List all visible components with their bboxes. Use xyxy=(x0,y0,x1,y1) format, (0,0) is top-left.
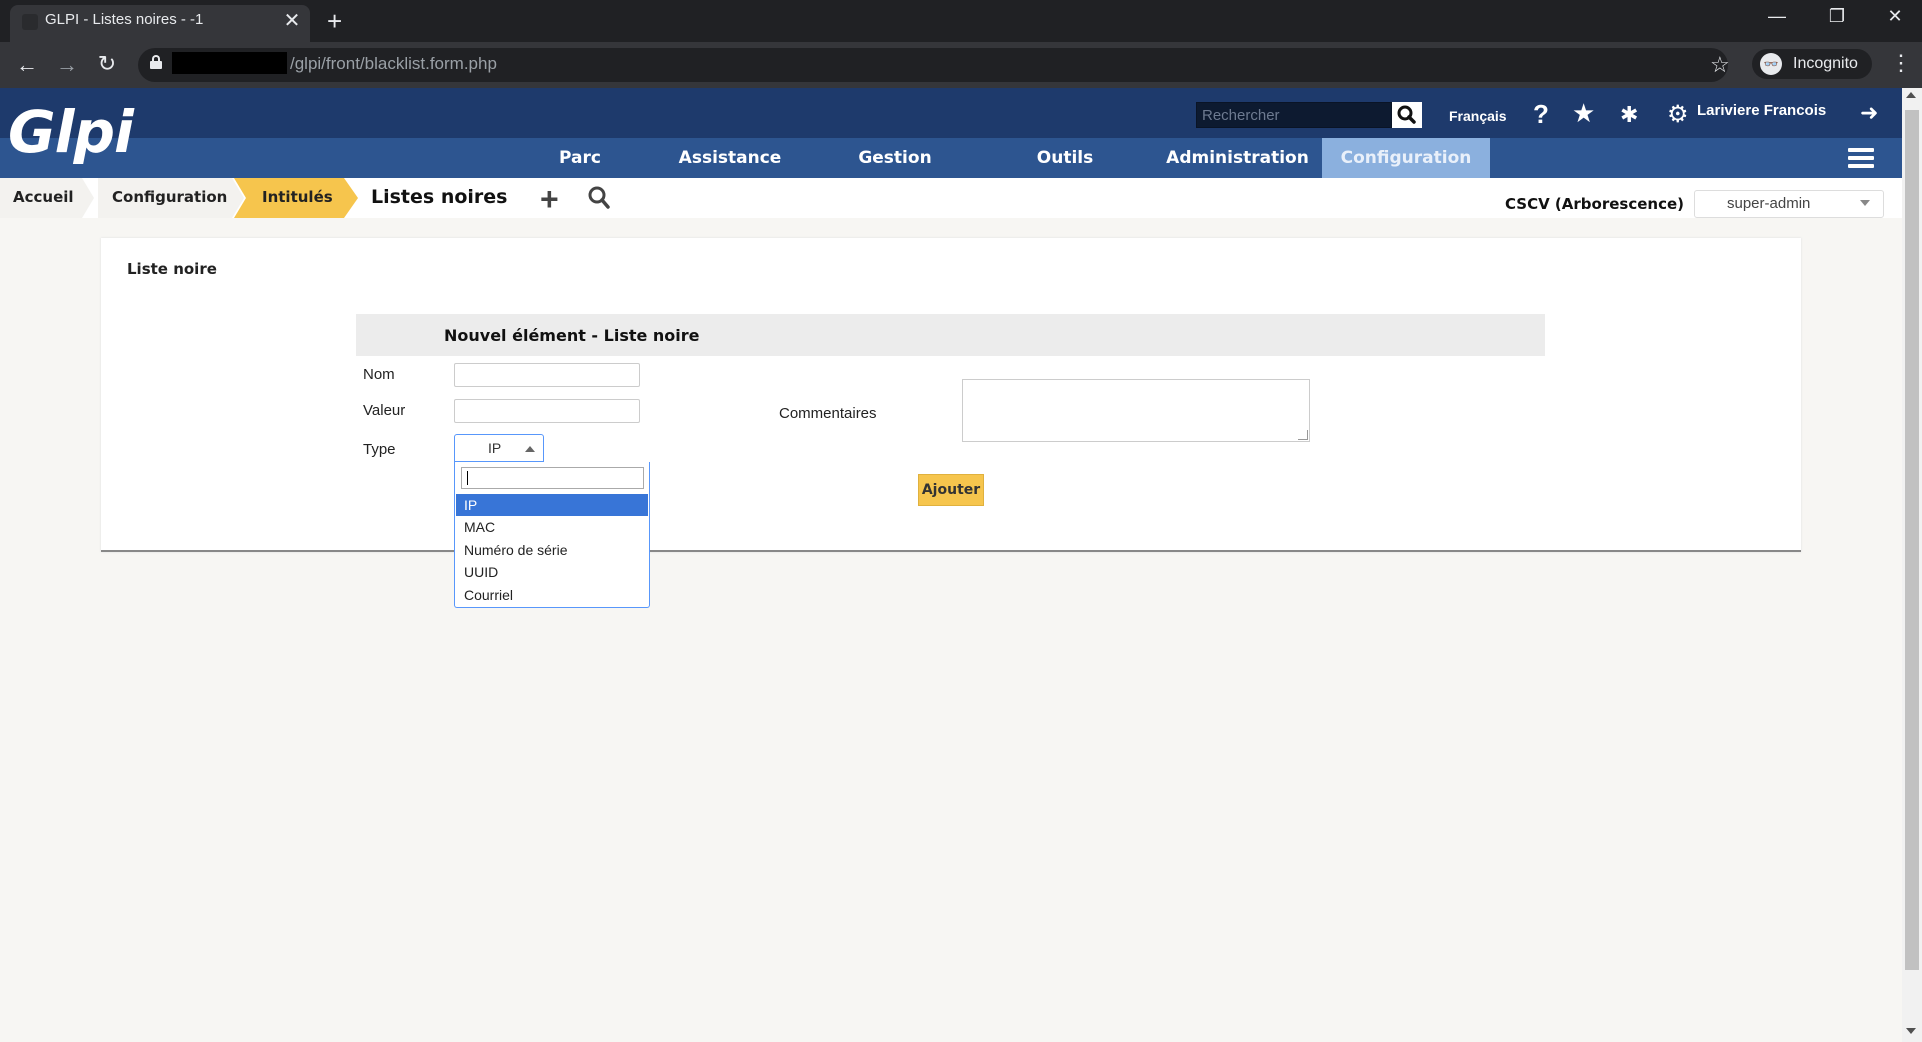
search-icon[interactable] xyxy=(588,186,610,210)
profile-select[interactable]: super-admin xyxy=(1694,190,1884,218)
type-label: Type xyxy=(363,441,396,458)
global-search-input[interactable]: Rechercher xyxy=(1196,102,1392,128)
maximize-icon[interactable]: ❐ xyxy=(1817,6,1857,27)
incognito-label: Incognito xyxy=(1793,55,1858,72)
tab-title: GLPI - Listes noires - -1 xyxy=(45,11,204,28)
menu-administration[interactable]: Administration xyxy=(1150,138,1325,178)
add-icon[interactable]: + xyxy=(540,181,559,218)
favorites-star-icon[interactable]: ★ xyxy=(1572,98,1595,129)
close-window-icon[interactable]: ✕ xyxy=(1875,6,1915,27)
incognito-icon: 👓 xyxy=(1760,53,1782,75)
dropdown-option-ip[interactable]: IP xyxy=(456,494,648,516)
minimize-icon[interactable]: — xyxy=(1757,6,1797,27)
chevron-up-icon xyxy=(525,446,535,452)
dropdown-option-email[interactable]: Courriel xyxy=(456,584,648,606)
breadcrumb-separator xyxy=(344,178,358,218)
menu-outils[interactable]: Outils xyxy=(1000,138,1130,178)
breadcrumb-separator xyxy=(82,178,94,218)
resize-handle-icon[interactable] xyxy=(1298,430,1308,440)
lock-icon xyxy=(150,55,162,69)
global-search-button[interactable] xyxy=(1392,102,1422,128)
scroll-down-icon[interactable] xyxy=(1906,1028,1916,1034)
menu-gestion[interactable]: Gestion xyxy=(830,138,960,178)
value-field[interactable] xyxy=(454,399,640,423)
breadcrumb-home[interactable]: Accueil xyxy=(0,178,82,218)
back-icon[interactable]: ← xyxy=(12,52,42,78)
dropdown-option-uuid[interactable]: UUID xyxy=(456,561,648,583)
page-title[interactable]: Listes noires xyxy=(371,186,507,208)
comments-textarea[interactable] xyxy=(962,379,1310,442)
forward-icon[interactable]: → xyxy=(52,52,82,78)
entity-selector[interactable]: CSCV (Arborescence) xyxy=(1505,195,1684,213)
breadcrumb-intitules[interactable]: Intitulés xyxy=(246,178,344,218)
bookmark-star-icon[interactable]: ☆ xyxy=(1710,52,1730,78)
breadcrumb-configuration[interactable]: Configuration xyxy=(98,178,232,218)
breadcrumb-notch xyxy=(234,178,246,218)
scrollbar-thumb[interactable] xyxy=(1905,110,1919,970)
reload-icon[interactable]: ↻ xyxy=(92,51,122,77)
form-title: Nouvel élément - Liste noire xyxy=(444,326,700,345)
user-name-link[interactable]: Lariviere Francois xyxy=(1697,102,1826,119)
scroll-up-icon[interactable] xyxy=(1906,92,1916,98)
add-button[interactable]: Ajouter xyxy=(918,474,984,506)
dropdown-option-serial[interactable]: Numéro de série xyxy=(456,539,648,561)
value-label: Valeur xyxy=(363,402,406,419)
new-tab-icon[interactable]: + xyxy=(327,6,342,37)
menu-configuration[interactable]: Configuration xyxy=(1322,138,1490,178)
glpi-logo[interactable]: Glpi xyxy=(8,98,134,166)
search-icon xyxy=(1397,105,1416,124)
comments-label: Commentaires xyxy=(779,405,877,422)
text-cursor xyxy=(467,471,468,485)
logout-icon[interactable]: ➜ xyxy=(1860,100,1878,126)
gear-icon[interactable]: ⚙ xyxy=(1667,100,1689,129)
browser-menu-icon[interactable]: ⋮ xyxy=(1890,50,1912,76)
name-field[interactable] xyxy=(454,363,640,387)
close-tab-icon[interactable]: ✕ xyxy=(282,8,302,33)
glpi-top-bar xyxy=(0,88,1902,138)
tab-favicon-icon xyxy=(22,14,38,30)
help-icon[interactable]: ? xyxy=(1533,99,1549,130)
language-selector[interactable]: Français xyxy=(1449,108,1507,124)
dropdown-search-input[interactable] xyxy=(461,467,644,489)
menu-assistance[interactable]: Assistance xyxy=(660,138,800,178)
chevron-down-icon xyxy=(1860,200,1870,206)
name-label: Nom xyxy=(363,366,395,383)
panel-title: Liste noire xyxy=(127,260,217,278)
redacted-host xyxy=(172,52,287,74)
hamburger-menu-icon[interactable] xyxy=(1848,148,1874,168)
menu-parc[interactable]: Parc xyxy=(520,138,640,178)
debug-bug-icon[interactable]: ✱ xyxy=(1620,102,1638,128)
address-bar-area xyxy=(0,42,1922,88)
dropdown-option-mac[interactable]: MAC xyxy=(456,516,648,538)
url-text[interactable]: /glpi/front/blacklist.form.php xyxy=(290,54,497,74)
